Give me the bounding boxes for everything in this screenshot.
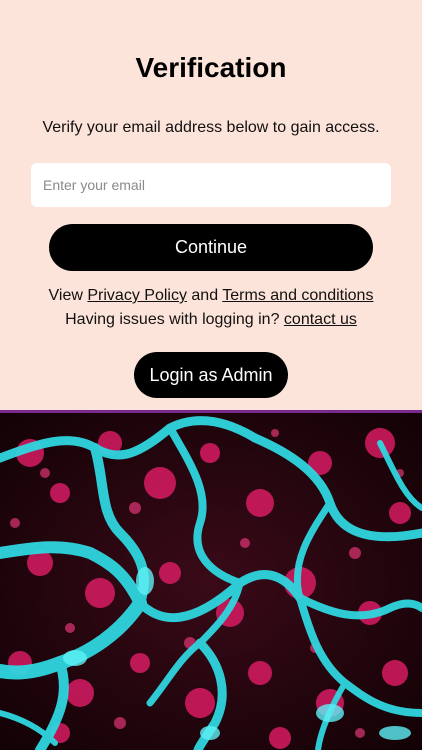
verification-panel: Verification Verify your email address b… bbox=[0, 0, 422, 411]
continue-button[interactable]: Continue bbox=[49, 224, 373, 271]
email-field[interactable] bbox=[31, 163, 391, 207]
policy-line: View Privacy Policy and Terms and condit… bbox=[0, 284, 422, 308]
microscopy-image bbox=[0, 413, 422, 750]
contact-us-link[interactable]: contact us bbox=[284, 311, 357, 328]
terms-link[interactable]: Terms and conditions bbox=[222, 287, 373, 304]
issues-line: Having issues with logging in? contact u… bbox=[0, 308, 422, 332]
issues-text: Having issues with logging in? bbox=[65, 311, 280, 328]
view-text: View bbox=[48, 287, 83, 304]
and-text: and bbox=[191, 287, 219, 304]
page-subtitle: Verify your email address below to gain … bbox=[42, 119, 380, 136]
privacy-policy-link[interactable]: Privacy Policy bbox=[87, 287, 187, 304]
legal-links: View Privacy Policy and Terms and condit… bbox=[0, 284, 422, 332]
login-as-admin-button[interactable]: Login as Admin bbox=[134, 352, 288, 398]
page-title: Verification bbox=[135, 52, 287, 83]
